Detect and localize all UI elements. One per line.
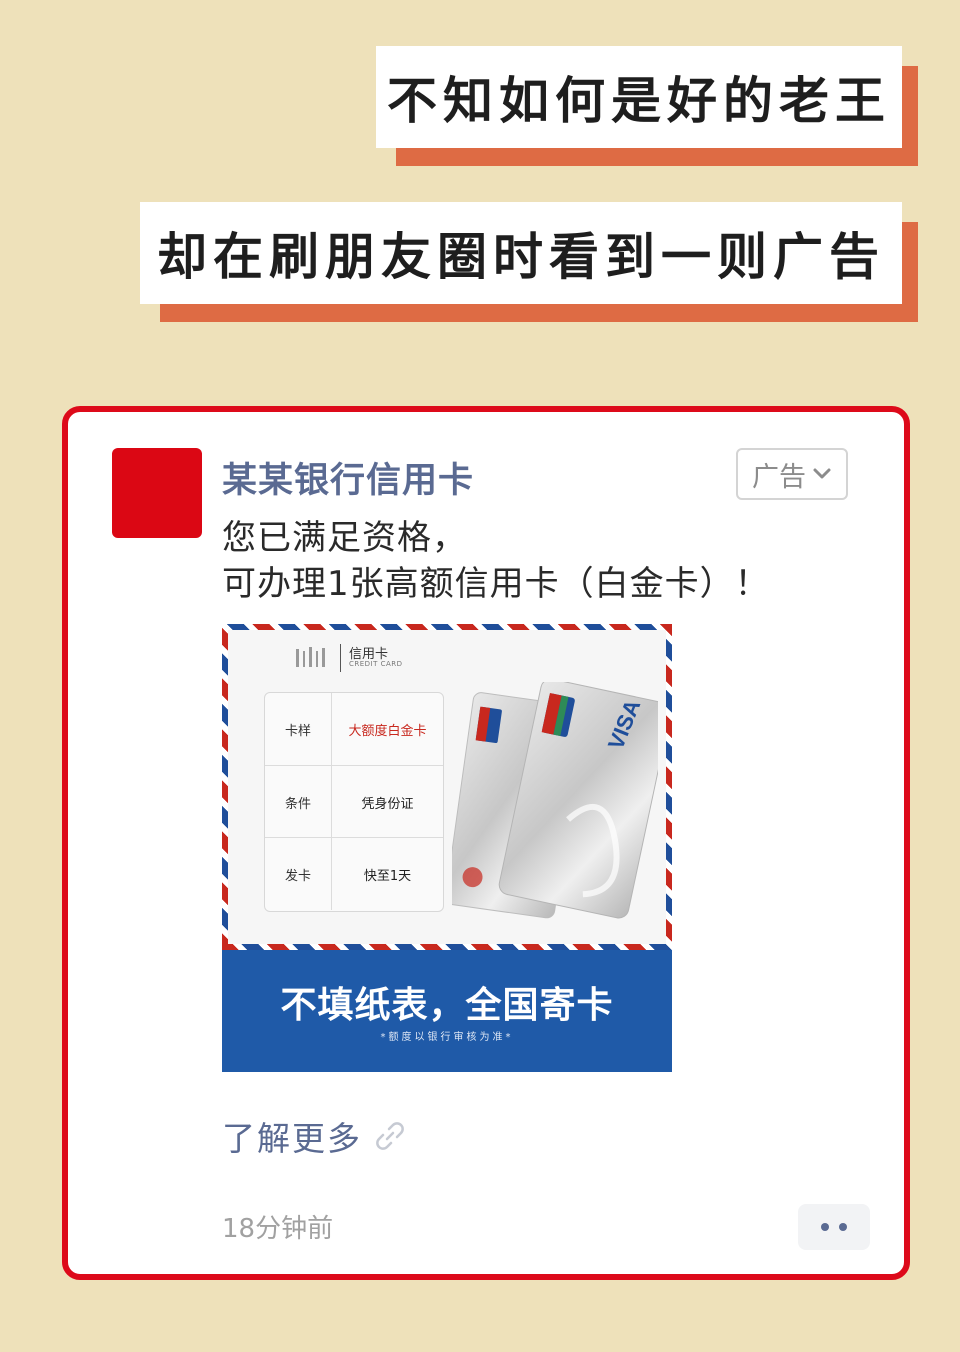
bank-logo-icon [296,647,325,667]
more-dots-icon [839,1223,847,1231]
card-info-table: 卡样 大额度白金卡 条件 凭身份证 发卡 快至1天 [264,692,444,912]
ad-text-line-2: 可办理1张高额信用卡（白金卡）！ [222,564,770,604]
table-row: 条件 凭身份证 [265,765,443,838]
banner-note: *额度以银行审核为准* [380,1032,514,1043]
ad-text-line-1: 您已满足资格， [222,518,467,558]
sender-name[interactable]: 某某银行信用卡 [222,452,474,503]
ad-post-card: 某某银行信用卡 广告 您已满足资格， 可办理1张高额信用卡（白金卡）！ 信用卡 … [62,406,910,1280]
more-options-button[interactable] [798,1204,870,1250]
learn-more-label: 了解更多 [222,1119,362,1158]
caption-1-text: 不知如何是好的老王 [376,46,902,148]
promo-banner: 不填纸表，全国寄卡 *额度以银行审核为准* [222,950,672,1072]
ad-image[interactable]: 信用卡 CREDIT CARD 卡样 大额度白金卡 条件 凭身份证 发卡 快至1… [222,624,672,1072]
learn-more-link[interactable]: 了解更多 [222,1112,408,1160]
logo-cn: 信用卡 [349,646,389,662]
logo-divider [340,644,341,672]
banner-headline: 不填纸表，全国寄卡 [280,985,614,1026]
row-value: 快至1天 [363,868,412,884]
logo-text: 信用卡 CREDIT CARD [349,646,403,669]
link-icon [376,1122,404,1150]
table-row: 发卡 快至1天 [265,837,443,910]
caption-2-text: 却在刷朋友圈时看到一则广告 [140,202,902,304]
ad-tag-button[interactable]: 广告 [736,448,848,500]
avatar[interactable] [112,448,202,538]
post-timestamp: 18分钟前 [222,1214,334,1244]
chevron-down-icon [813,468,831,479]
row-key: 条件 [265,766,332,838]
more-dots-icon [821,1223,829,1231]
credit-cards-illustration: VISA [452,682,658,919]
row-value: 凭身份证 [361,796,414,812]
logo-en: CREDIT CARD [349,660,403,669]
bank-logo: 信用卡 CREDIT CARD [294,644,403,672]
row-value: 大额度白金卡 [348,723,427,739]
table-row: 卡样 大额度白金卡 [265,693,443,765]
row-key: 卡样 [265,693,332,765]
row-key: 发卡 [265,838,332,910]
ad-tag-label: 广告 [752,461,806,493]
airmail-frame: 信用卡 CREDIT CARD 卡样 大额度白金卡 条件 凭身份证 发卡 快至1… [222,624,672,950]
